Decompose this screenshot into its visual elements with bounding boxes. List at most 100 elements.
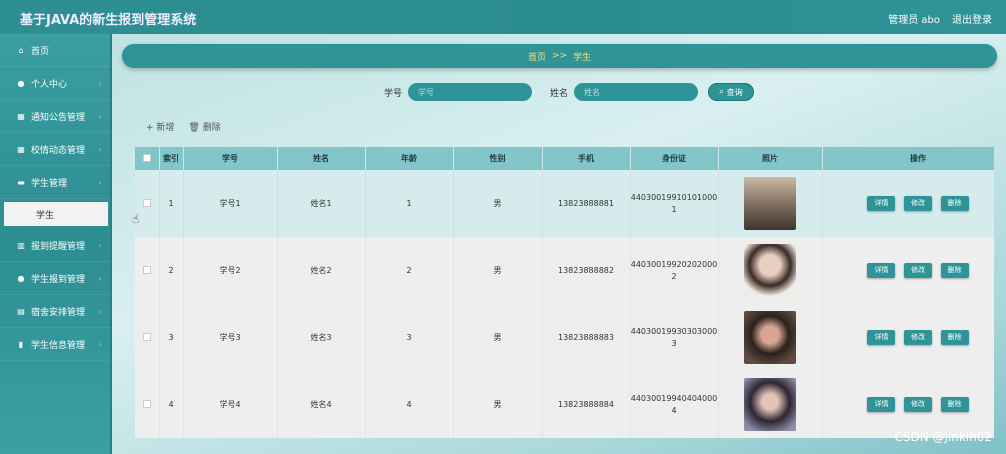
sidebar-item-label: 个人中心 xyxy=(31,79,68,90)
row-checkbox[interactable] xyxy=(142,198,151,207)
mouse-cursor-icon: ☝ xyxy=(132,212,140,226)
row-checkbox[interactable] xyxy=(142,332,151,341)
detail-button[interactable]: 详情 xyxy=(867,330,896,345)
cell-photo xyxy=(718,371,823,438)
sidebar-item-home[interactable]: ⌂ 首页 xyxy=(0,34,110,67)
home-icon: ⌂ xyxy=(18,45,24,55)
chevron-icon: › xyxy=(98,306,102,316)
sidebar-item-campus-news[interactable]: ▦ 校情动态管理 › xyxy=(0,133,110,166)
cell-phone: 13823888883 xyxy=(542,304,631,371)
column-header: 学号 xyxy=(183,147,278,170)
sidebar-item-label: 宿舍安排管理 xyxy=(31,307,86,318)
id-card-line1: 44030019940404000 xyxy=(630,393,718,403)
delete-button[interactable]: 删除 xyxy=(940,196,969,211)
id-card-line2: 2 xyxy=(671,271,677,281)
row-checkbox[interactable] xyxy=(142,265,151,274)
select-all-cell xyxy=(135,147,160,170)
cell-index: 4 xyxy=(159,371,184,438)
column-header: 照片 xyxy=(718,147,823,170)
student-photo xyxy=(744,177,796,230)
sidebar-item-label: 校情动态管理 xyxy=(31,145,86,156)
sidebar-item-personal-center[interactable]: ● 个人中心 › xyxy=(0,67,110,100)
sidebar-item-checkin[interactable]: ● 学生报到管理 › xyxy=(0,262,110,295)
student-table: 索引 学号 姓名 年龄 性别 手机 身份证 照片 操作 1 学号1 姓名1 1 … xyxy=(135,147,994,454)
cell-photo xyxy=(718,237,823,304)
watermark: CSDN @jinkin02 xyxy=(894,430,992,444)
sidebar-item-notice[interactable]: ▦ 通知公告管理 › xyxy=(0,100,110,133)
column-header: 性别 xyxy=(453,147,543,170)
cell-student-no: 学号3 xyxy=(183,304,278,371)
cell-index: 3 xyxy=(159,304,184,371)
student-photo xyxy=(744,244,796,297)
column-header: 索引 xyxy=(159,147,184,170)
edit-button[interactable]: 修改 xyxy=(904,397,932,412)
trash-icon: 🗑 xyxy=(188,123,203,133)
detail-button[interactable]: 详情 xyxy=(867,196,896,211)
edit-button[interactable]: 修改 xyxy=(904,196,932,211)
top-bar: 基于JAVA的新生报到管理系统 管理员 abo 退出登录 xyxy=(0,0,1006,34)
student-no-input[interactable] xyxy=(408,83,533,101)
search-button-label: 查询 xyxy=(726,87,743,97)
sidebar-item-dormitory[interactable]: ▤ 宿舍安排管理 › xyxy=(0,295,110,328)
search-bar: 学号 姓名 ⌕ 查询 xyxy=(384,83,755,101)
delete-button[interactable]: 删除 xyxy=(940,397,969,412)
column-header: 姓名 xyxy=(277,147,366,170)
chevron-icon: › xyxy=(98,339,102,349)
id-card-line1: 44030019910101000 xyxy=(630,192,718,202)
sidebar-item-label: 通知公告管理 xyxy=(31,112,86,123)
name-input[interactable] xyxy=(574,83,699,101)
cell-name: 姓名1 xyxy=(277,170,366,237)
logout-link[interactable]: 退出登录 xyxy=(952,11,992,26)
batch-delete-label: 删除 xyxy=(202,123,221,133)
cell-gender: 男 xyxy=(453,304,543,371)
id-card-line2: 4 xyxy=(671,405,677,415)
cell-age: 3 xyxy=(365,304,454,371)
cell-gender: 男 xyxy=(453,237,543,304)
cell-id-card: 44030019930303000 3 xyxy=(630,304,719,371)
chevron-icon: › xyxy=(98,177,102,187)
batch-delete-button[interactable]: 🗑 删除 xyxy=(188,120,220,133)
add-button[interactable]: + 新增 xyxy=(146,120,174,133)
cell-phone: 13823888884 xyxy=(542,371,631,438)
sidebar-item-label: 报到提醒管理 xyxy=(31,241,86,252)
cell-name: 姓名4 xyxy=(277,371,366,438)
top-right-menu: 管理员 abo 退出登录 xyxy=(888,11,992,26)
building-icon: ▥ xyxy=(17,240,25,250)
sidebar: ⌂ 首页 ● 个人中心 › ▦ 通知公告管理 › ▦ 校情动态管理 › ▬ 学生… xyxy=(0,34,112,454)
id-card-line1: 44030019920202000 xyxy=(630,259,718,269)
id-card-line1: 44030019930303000 xyxy=(630,326,718,336)
sidebar-item-label: 学生管理 xyxy=(31,178,68,189)
sidebar-item-students[interactable]: ▬ 学生管理 › xyxy=(0,166,110,199)
breadcrumb-home[interactable]: 首页 xyxy=(528,50,546,63)
detail-button[interactable]: 详情 xyxy=(867,263,896,278)
admin-label[interactable]: 管理员 abo xyxy=(888,11,940,26)
sidebar-item-reminder[interactable]: ▥ 报到提醒管理 › xyxy=(0,229,110,262)
id-card-line2: 3 xyxy=(671,338,677,348)
delete-button[interactable]: 删除 xyxy=(940,263,969,278)
table-row: 3 学号3 姓名3 3 男 13823888883 44030019930303… xyxy=(135,304,994,371)
table-header-row: 索引 学号 姓名 年龄 性别 手机 身份证 照片 操作 xyxy=(135,147,994,170)
column-header: 身份证 xyxy=(630,147,719,170)
edit-button[interactable]: 修改 xyxy=(904,330,932,345)
table-row: 4 学号4 姓名4 4 男 13823888884 44030019940404… xyxy=(135,371,994,438)
column-header: 手机 xyxy=(542,147,631,170)
action-bar: + 新增 🗑 删除 xyxy=(146,120,221,133)
detail-button[interactable]: 详情 xyxy=(867,397,896,412)
bed-icon: ▤ xyxy=(17,306,25,316)
cell-index: 2 xyxy=(159,237,184,304)
chevron-icon: › xyxy=(98,240,102,250)
bar-chart-icon: ▮ xyxy=(18,339,24,349)
sidebar-subitem-student[interactable]: 学生 xyxy=(4,202,108,226)
breadcrumb-current: 学生 xyxy=(573,52,592,63)
sidebar-item-student-info[interactable]: ▮ 学生信息管理 › xyxy=(0,328,110,361)
app-title: 基于JAVA的新生报到管理系统 xyxy=(20,13,197,28)
column-header: 操作 xyxy=(822,147,994,170)
edit-button[interactable]: 修改 xyxy=(904,263,932,278)
search-button[interactable]: ⌕ 查询 xyxy=(708,83,755,101)
row-checkbox[interactable] xyxy=(142,399,151,408)
table-row: 1 学号1 姓名1 1 男 13823888881 44030019910101… xyxy=(135,170,994,237)
cell-gender: 男 xyxy=(453,371,543,438)
select-all-checkbox[interactable] xyxy=(142,153,151,162)
delete-button[interactable]: 删除 xyxy=(940,330,969,345)
cell-name: 姓名3 xyxy=(277,304,366,371)
